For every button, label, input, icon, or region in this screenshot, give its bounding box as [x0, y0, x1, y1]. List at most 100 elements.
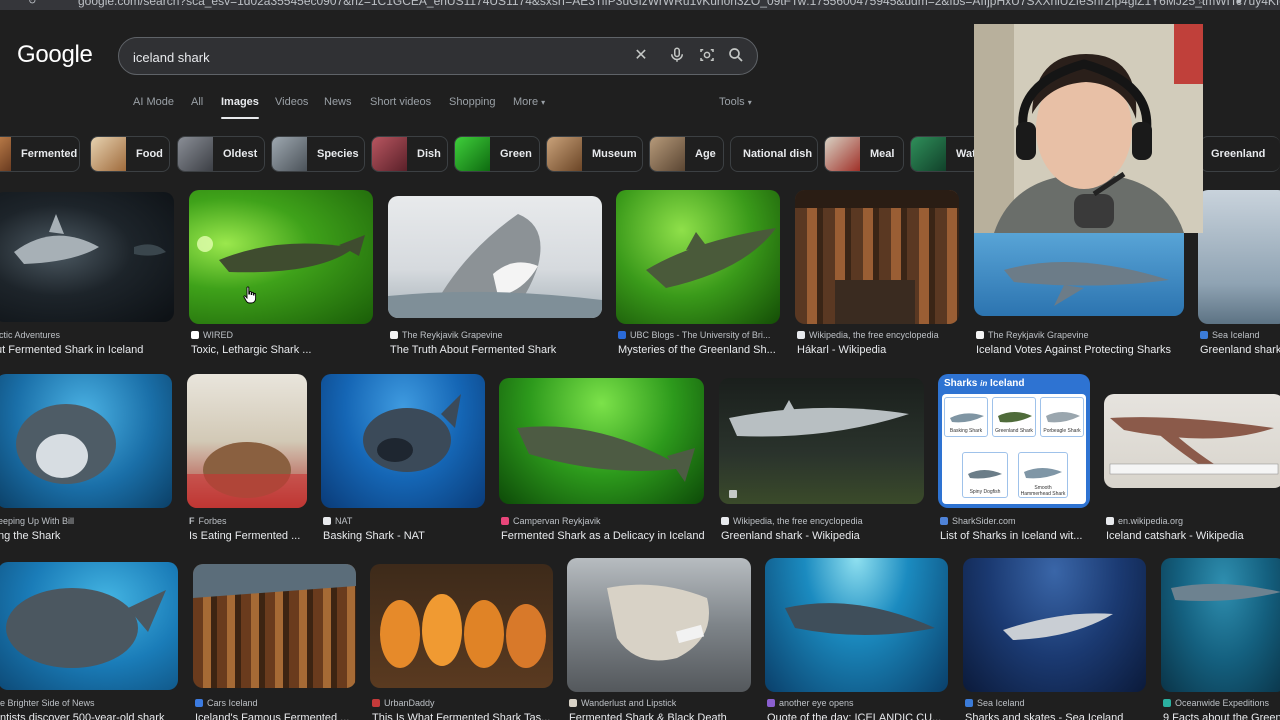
result-title[interactable]: Sharks and skates - Sea Iceland [965, 712, 1123, 720]
result-source: e Brighter Side of News [0, 698, 95, 708]
tab-all[interactable]: All [191, 96, 203, 108]
result-image[interactable] [616, 190, 780, 324]
result-title[interactable]: Iceland's Famous Fermented ... [195, 712, 349, 720]
result-source: en.wikipedia.org [1118, 516, 1184, 526]
chip-age[interactable]: Age [649, 136, 724, 172]
tab-ai-mode[interactable]: AI Mode [133, 96, 174, 108]
result-image[interactable] [193, 564, 356, 688]
result-image[interactable] [1198, 190, 1280, 324]
chip-thumbnail [650, 137, 685, 171]
result-source: Forbes [198, 516, 227, 526]
result-image[interactable] [1104, 394, 1280, 488]
result-image[interactable] [974, 230, 1184, 316]
profile-icon[interactable]: ● [1236, 0, 1246, 7]
result-title[interactable]: 9 Facts about the Greenl... [1163, 712, 1280, 720]
result-image[interactable]: Sharks in Iceland Basking Shark Greenlan… [938, 374, 1090, 508]
result-title[interactable]: This Is What Fermented Shark Tas... [372, 712, 550, 720]
result-source: eeping Up With Bill [0, 516, 75, 526]
chip-national-dish[interactable]: National dish [730, 136, 818, 172]
clear-search-icon[interactable]: ✕ [631, 46, 651, 66]
lens-camera-icon[interactable] [697, 46, 717, 66]
result-title[interactable]: Greenland shark [1200, 344, 1280, 356]
result-title[interactable]: ntists discover 500-year-old shark [0, 712, 164, 720]
favicon-icon [1163, 699, 1171, 707]
result-source: Wikipedia, the free encyclopedia [733, 516, 863, 526]
favicon-icon [1200, 331, 1208, 339]
result-title[interactable]: Fermented Shark & Black Death [569, 712, 727, 720]
result-title[interactable]: List of Sharks in Iceland wit... [940, 530, 1082, 542]
result-title[interactable]: Hákarl - Wikipedia [797, 344, 886, 356]
result-title[interactable]: ut Fermented Shark in Iceland [0, 344, 143, 356]
result-title[interactable]: Fermented Shark as a Delicacy in Iceland [501, 530, 705, 542]
tab-videos[interactable]: Videos [275, 96, 308, 108]
search-input[interactable] [133, 47, 613, 67]
chip-food[interactable]: Food [90, 136, 170, 172]
favicon-icon [501, 517, 509, 525]
chip-green[interactable]: Green [454, 136, 540, 172]
chip-dish[interactable]: Dish [371, 136, 448, 172]
chip-thumbnail [372, 137, 407, 171]
reload-icon[interactable]: ↻ [28, 0, 38, 7]
favicon-icon [390, 331, 398, 339]
result-image[interactable] [765, 558, 948, 692]
result-image[interactable] [189, 190, 373, 324]
result-title[interactable]: The Truth About Fermented Shark [390, 344, 556, 356]
chip-thumbnail [0, 137, 11, 171]
result-image[interactable] [963, 558, 1146, 692]
favicon-icon [721, 517, 729, 525]
browser-url-bar[interactable]: ↻ google.com/search?sca_esv=1d02a35545ec… [0, 0, 1280, 10]
result-source: UrbanDaddy [384, 698, 435, 708]
chevron-down-icon: ▾ [747, 98, 752, 107]
result-image[interactable] [388, 196, 602, 318]
chip-oldest[interactable]: Oldest [177, 136, 265, 172]
chip-museum[interactable]: Museum [546, 136, 643, 172]
result-source: UBC Blogs - The University of Bri... [630, 330, 771, 340]
chip-thumbnail [547, 137, 582, 171]
result-title[interactable]: Greenland shark - Wikipedia [721, 530, 860, 542]
search-icon[interactable] [726, 46, 746, 66]
favicon-icon [1106, 517, 1114, 525]
infographic-title-iceland: Iceland [990, 378, 1025, 389]
result-image[interactable] [499, 378, 704, 504]
chip-greenland[interactable]: Greenland [1200, 136, 1280, 172]
chip-fermented[interactable]: Fermented [0, 136, 80, 172]
favicon-icon [797, 331, 805, 339]
tab-more[interactable]: More ▾ [513, 96, 545, 108]
result-image[interactable] [0, 192, 174, 322]
chip-species[interactable]: Species [271, 136, 365, 172]
favicon-icon [965, 699, 973, 707]
result-image[interactable] [321, 374, 485, 508]
result-title[interactable]: Toxic, Lethargic Shark ... [191, 344, 311, 356]
favicon-icon [618, 331, 626, 339]
microphone-icon[interactable] [667, 46, 687, 66]
result-image[interactable] [719, 378, 924, 504]
result-source: another eye opens [779, 698, 854, 708]
tab-shopping[interactable]: Shopping [449, 96, 496, 108]
result-image[interactable] [795, 190, 959, 324]
result-title[interactable]: Basking Shark - NAT [323, 530, 425, 542]
result-image[interactable] [1161, 558, 1280, 692]
result-title[interactable]: Quote of the day: ICELANDIC CU... [767, 712, 941, 720]
tab-images[interactable]: Images [221, 96, 259, 119]
tools-button[interactable]: Tools ▾ [719, 96, 752, 108]
result-title[interactable]: Is Eating Fermented ... [189, 530, 300, 542]
result-title[interactable]: ng the Shark [0, 530, 60, 542]
result-title[interactable]: Iceland catshark - Wikipedia [1106, 530, 1244, 542]
favicon-icon [976, 331, 984, 339]
result-image[interactable] [0, 562, 178, 690]
google-logo[interactable]: Google [17, 41, 93, 69]
tab-news[interactable]: News [324, 96, 352, 108]
result-image[interactable] [567, 558, 751, 692]
tab-short-videos[interactable]: Short videos [370, 96, 431, 108]
chip-thumbnail [91, 137, 126, 171]
result-image[interactable] [0, 374, 172, 508]
favicon-icon [372, 699, 380, 707]
search-box[interactable]: ✕ [118, 37, 758, 75]
result-title[interactable]: Iceland Votes Against Protecting Sharks [976, 344, 1171, 356]
result-image[interactable] [187, 374, 307, 508]
result-title[interactable]: Mysteries of the Greenland Sh... [618, 344, 776, 356]
bookmark-star-icon[interactable]: ☆ [1197, 0, 1207, 7]
result-image[interactable] [370, 564, 553, 688]
chevron-down-icon: ▾ [541, 98, 546, 107]
chip-meal[interactable]: Meal [824, 136, 904, 172]
